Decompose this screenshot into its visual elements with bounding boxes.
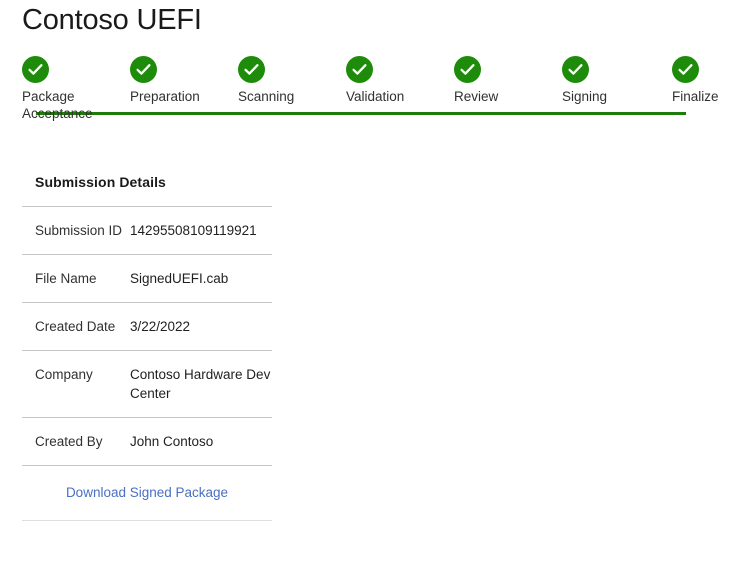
detail-value: Contoso Hardware Dev Center — [130, 367, 271, 401]
step-label: Package Acceptance — [22, 89, 93, 121]
detail-key: Submission ID — [35, 223, 123, 238]
check-circle-icon — [562, 56, 589, 83]
detail-key: File Name — [35, 271, 97, 286]
detail-value: 14295508109119921 — [130, 223, 257, 238]
table-row: Created Date 3/22/2022 — [22, 302, 272, 350]
detail-key: Company — [35, 367, 93, 382]
progress-stepper: Package Acceptance Preparation Scanning … — [0, 48, 732, 121]
check-circle-icon — [346, 56, 373, 83]
submission-details-heading: Submission Details — [35, 174, 166, 190]
step-label: Scanning — [238, 89, 295, 104]
table-row: File Name SignedUEFI.cab — [22, 254, 272, 302]
check-circle-icon — [672, 56, 699, 83]
step-label: Review — [454, 89, 499, 104]
download-row: Download Signed Package — [22, 465, 272, 521]
detail-value: John Contoso — [130, 434, 214, 449]
detail-value: SignedUEFI.cab — [130, 271, 229, 286]
submission-details-card: Submission Details Submission ID 1429550… — [22, 172, 272, 521]
check-circle-icon — [22, 56, 49, 83]
step-label: Finalize — [672, 89, 719, 104]
detail-value: 3/22/2022 — [130, 319, 191, 334]
check-circle-icon — [454, 56, 481, 83]
step-label: Validation — [346, 89, 405, 104]
page-title: Contoso UEFI — [22, 4, 202, 36]
detail-key: Created By — [35, 434, 103, 449]
table-row: Company Contoso Hardware Dev Center — [22, 350, 272, 417]
check-circle-icon — [238, 56, 265, 83]
download-signed-package-link[interactable]: Download Signed Package — [66, 485, 228, 500]
table-row: Created By John Contoso — [22, 417, 272, 465]
step-label: Preparation — [130, 89, 200, 104]
table-row: Submission ID 14295508109119921 — [22, 206, 272, 254]
step-label: Signing — [562, 89, 608, 104]
check-circle-icon — [130, 56, 157, 83]
stepper-track — [36, 112, 686, 115]
detail-key: Created Date — [35, 319, 116, 334]
